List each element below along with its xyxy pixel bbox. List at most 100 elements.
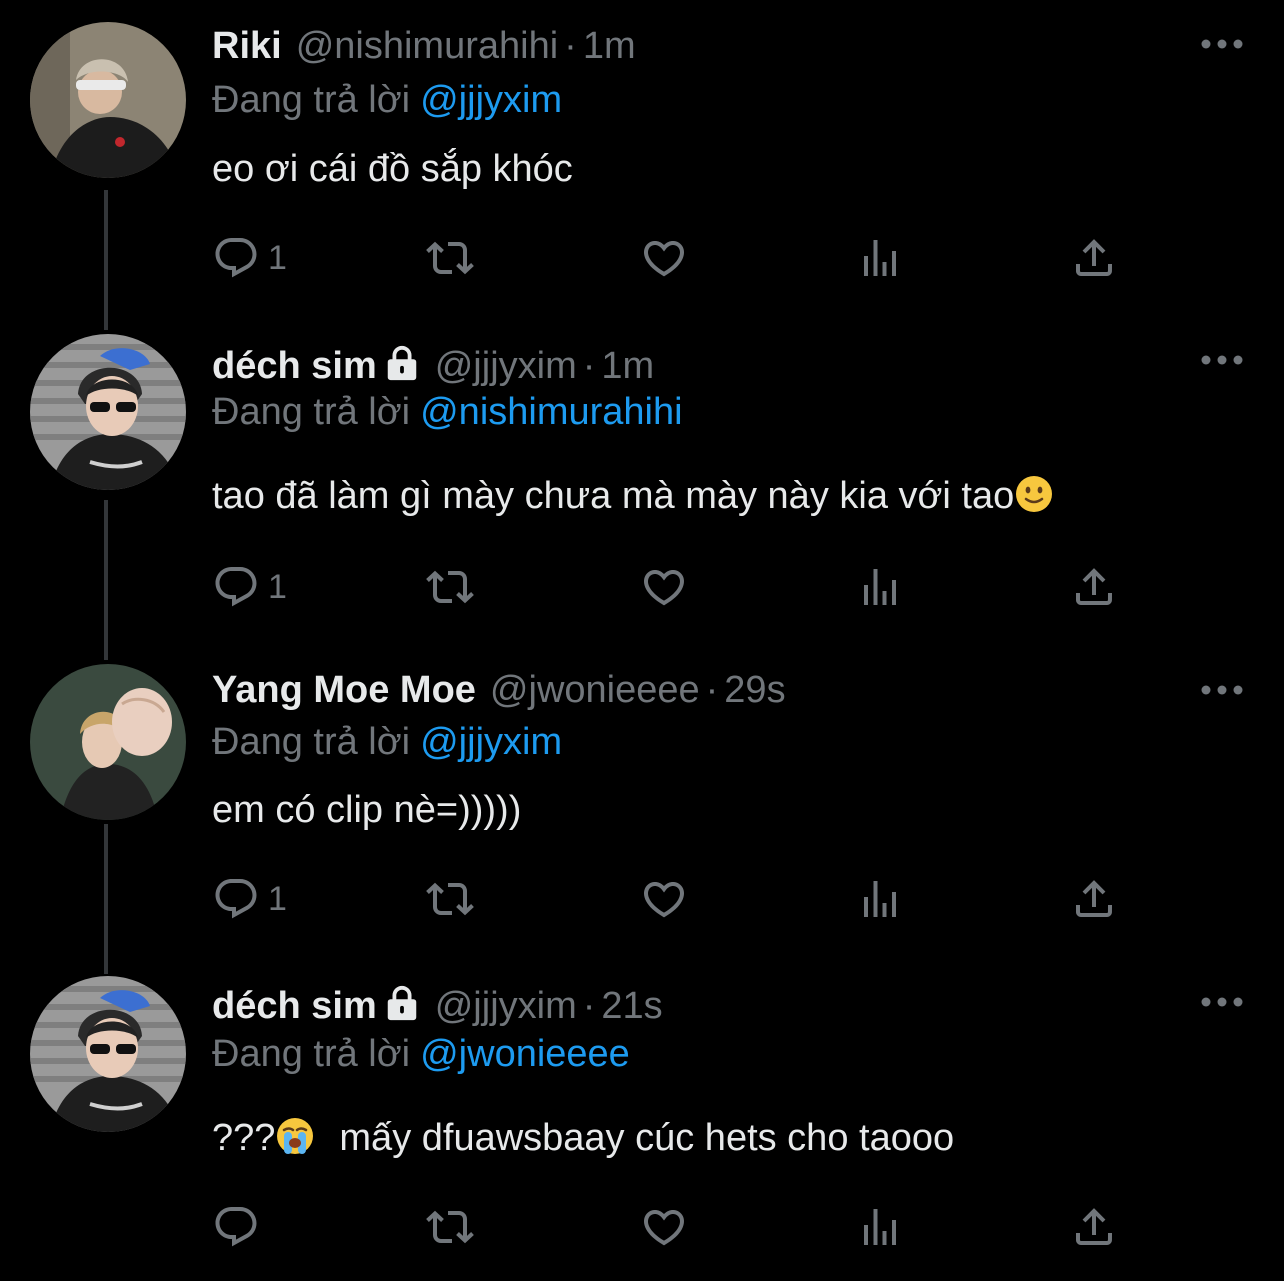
replying-to: Đang trả lời @jjjyxim (212, 718, 562, 766)
username[interactable]: @nishimurahihi (296, 25, 558, 67)
tweet-actions: 1 (212, 233, 1132, 283)
views-button[interactable] (856, 233, 904, 283)
timestamp[interactable]: 1m (601, 345, 654, 387)
tweet[interactable]: déch sim @jjjyxim · 1m Đang trả lời @nishimu… (0, 334, 1284, 650)
tweet-text: ??? mấy dfuawsbaay cúc hets cho taooo (212, 1114, 954, 1162)
retweet-button[interactable] (426, 233, 474, 283)
username[interactable]: @jjjyxim (435, 345, 577, 387)
tweet-text: tao đã làm gì mày chưa mà mày này kia vớ… (212, 472, 1054, 520)
views-icon (856, 875, 904, 923)
reply-count: 1 (268, 238, 287, 277)
replying-to: Đang trả lời @jjjyxim (212, 76, 562, 124)
tweet-actions: 1 (212, 874, 1132, 924)
retweet-icon (426, 234, 474, 282)
more-icon[interactable] (1200, 350, 1244, 370)
more-icon[interactable] (1200, 992, 1244, 1012)
views-icon (856, 563, 904, 611)
username[interactable]: @jjjyxim (435, 985, 577, 1027)
tweet-header: déch sim @jjjyxim · 21s (212, 982, 663, 1030)
lock-icon (383, 344, 421, 382)
mention-link[interactable]: @jjjyxim (420, 79, 562, 121)
tweet-actions (212, 1202, 1132, 1252)
reply-icon (212, 1203, 260, 1251)
tweet-text-body: mấy dfuawsbaay cúc hets cho taooo (339, 1117, 955, 1159)
avatar[interactable] (30, 22, 186, 178)
heart-icon (640, 234, 688, 282)
share-button[interactable] (1070, 1202, 1118, 1252)
heart-icon (640, 875, 688, 923)
lock-icon (383, 984, 421, 1022)
reply-button[interactable]: 1 (212, 562, 287, 612)
more-icon[interactable] (1200, 34, 1244, 54)
avatar[interactable] (30, 976, 186, 1132)
mention-link[interactable]: @jjjyxim (420, 721, 562, 763)
views-button[interactable] (856, 1202, 904, 1252)
display-name[interactable]: déch sim (212, 985, 377, 1027)
share-button[interactable] (1070, 874, 1118, 924)
tweet-text: em có clip nè=))))) (212, 786, 521, 834)
like-button[interactable] (640, 562, 688, 612)
retweet-button[interactable] (426, 1202, 474, 1252)
replying-to-label: Đang trả lời (212, 721, 411, 763)
reply-count: 1 (268, 567, 287, 606)
tweet-text-body: eo ơi cái đồ sắp khóc (212, 148, 573, 190)
heart-icon (640, 1203, 688, 1251)
tweet-header: Riki @nishimurahihi · 1m (212, 22, 636, 70)
share-icon (1070, 875, 1118, 923)
avatar[interactable] (30, 334, 186, 490)
tweet-header: déch sim @jjjyxim · 1m (212, 342, 654, 390)
views-button[interactable] (856, 874, 904, 924)
avatar[interactable] (30, 664, 186, 820)
display-name[interactable]: déch sim (212, 345, 377, 387)
like-button[interactable] (640, 874, 688, 924)
replying-to: Đang trả lời @nishimurahihi (212, 388, 683, 436)
share-icon (1070, 563, 1118, 611)
timestamp[interactable]: 1m (583, 25, 636, 67)
reply-icon (212, 234, 260, 282)
display-name[interactable]: Yang Moe Moe (212, 669, 476, 711)
separator: · (582, 985, 596, 1027)
reply-button[interactable]: 1 (212, 233, 287, 283)
tweet-actions: 1 (212, 562, 1132, 612)
tweet[interactable]: déch sim @jjjyxim · 21s Đang trả lời @jwonie… (0, 976, 1284, 1276)
share-button[interactable] (1070, 233, 1118, 283)
timestamp[interactable]: 29s (724, 669, 785, 711)
reply-icon (212, 563, 260, 611)
display-name[interactable]: Riki (212, 25, 282, 67)
replying-to-label: Đang trả lời (212, 79, 411, 121)
retweet-button[interactable] (426, 874, 474, 924)
separator: · (582, 345, 596, 387)
more-icon[interactable] (1200, 680, 1244, 700)
share-button[interactable] (1070, 562, 1118, 612)
reply-count: 1 (268, 879, 287, 918)
retweet-icon (426, 1203, 474, 1251)
retweet-icon (426, 563, 474, 611)
separator: · (705, 669, 719, 711)
tweet-header: Yang Moe Moe @jwonieeee · 29s (212, 666, 786, 714)
slightly-smiling-face-emoji (1016, 476, 1053, 512)
username[interactable]: @jwonieeee (490, 669, 700, 711)
mention-link[interactable]: @nishimurahihi (420, 391, 682, 433)
separator: · (564, 25, 577, 67)
tweet[interactable]: Yang Moe Moe @jwonieeee · 29s Đang trả lời @… (0, 664, 1284, 964)
timestamp[interactable]: 21s (601, 985, 662, 1027)
tweet-text: eo ơi cái đồ sắp khóc (212, 145, 573, 193)
reply-icon (212, 875, 260, 923)
tweet-text-body: em có clip nè=))))) (212, 789, 522, 831)
mention-link[interactable]: @jwonieeee (420, 1033, 630, 1075)
replying-to-label: Đang trả lời (212, 391, 411, 433)
retweet-button[interactable] (426, 562, 474, 612)
replying-to-label: Đang trả lời (212, 1033, 411, 1075)
like-button[interactable] (640, 1202, 688, 1252)
tweet-text-body: tao đã làm gì mày chưa mà mày này kia vớ… (212, 475, 1015, 517)
views-button[interactable] (856, 562, 904, 612)
reply-button[interactable] (212, 1202, 260, 1252)
views-icon (856, 234, 904, 282)
loudly-crying-face-emoji (277, 1118, 314, 1154)
like-button[interactable] (640, 233, 688, 283)
tweet[interactable]: Riki @nishimurahihi · 1m Đang trả lời @jjjyx… (0, 22, 1284, 322)
reply-button[interactable]: 1 (212, 874, 287, 924)
share-icon (1070, 234, 1118, 282)
heart-icon (640, 563, 688, 611)
views-icon (856, 1203, 904, 1251)
